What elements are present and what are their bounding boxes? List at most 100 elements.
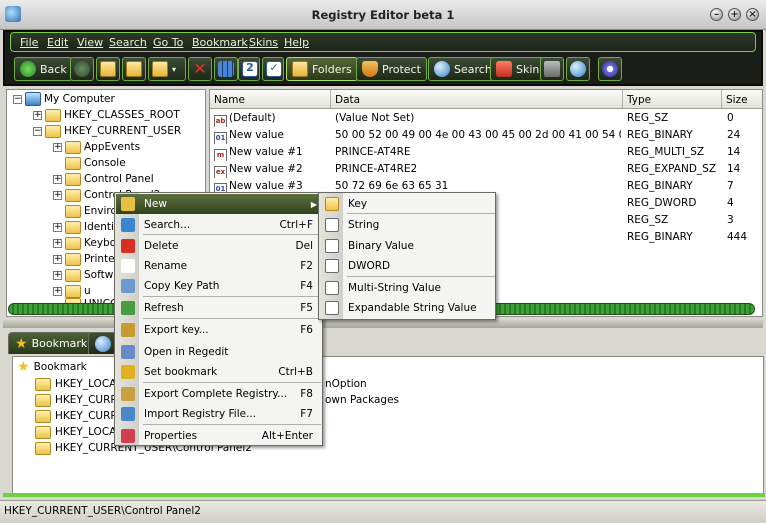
tab-bookmark[interactable]: ★ Bookmark xyxy=(8,332,95,354)
submenu-item-folder[interactable]: Key xyxy=(320,194,496,214)
folder-icon xyxy=(65,284,81,298)
ctx-item-open-in-regedit[interactable]: Open in Regedit xyxy=(116,342,323,362)
bookmark-item[interactable]: HKEY_CURR xyxy=(35,392,118,408)
value-size-cell: 444 xyxy=(727,231,748,243)
delete-button[interactable]: ✕ xyxy=(188,57,212,81)
collapse-icon[interactable]: − xyxy=(13,94,22,104)
find-button[interactable] xyxy=(566,57,590,81)
submenu-item-dword[interactable]: DWORD xyxy=(320,256,496,276)
bookmark-item[interactable]: HKEY_LOCAL xyxy=(35,424,122,440)
ctx-item-delete[interactable]: Delete Del xyxy=(116,236,323,256)
forward-button[interactable] xyxy=(70,57,94,81)
column-header-type[interactable]: Type xyxy=(623,90,722,109)
menu-search[interactable]: Search xyxy=(109,36,147,49)
string-value-icon: ex xyxy=(214,166,227,178)
delete-x-icon: ✕ xyxy=(193,59,207,78)
tree-item[interactable]: + Control Panel xyxy=(53,171,154,187)
ctx-item-refresh[interactable]: Refresh F5 xyxy=(116,298,323,318)
tree-item[interactable]: Console xyxy=(53,155,126,171)
new-button[interactable]: ▾ xyxy=(148,57,186,81)
value-size-cell: 14 xyxy=(727,163,741,175)
bookmark-root[interactable]: ★ Bookmark xyxy=(17,359,87,375)
expand-icon[interactable]: + xyxy=(53,238,62,248)
column-header-size[interactable]: Size xyxy=(722,90,762,109)
rename-icon xyxy=(121,259,135,273)
menu-skins[interactable]: Skins xyxy=(249,36,278,49)
refresh-button[interactable]: 2 xyxy=(238,57,260,81)
folders-button[interactable]: Folders xyxy=(286,57,358,81)
search-button[interactable]: Search xyxy=(428,57,498,81)
ctx-item-search[interactable]: Search... Ctrl+F xyxy=(116,215,323,235)
menu-bar: File Edit View Search Go To Bookmark Ski… xyxy=(10,32,756,52)
back-button[interactable]: Back xyxy=(14,57,73,81)
column-header-data[interactable]: Data xyxy=(331,90,623,109)
menu-bookmark[interactable]: Bookmark xyxy=(192,36,248,49)
protect-button[interactable]: Protect xyxy=(356,57,427,81)
value-name-cell[interactable]: ab (Default) xyxy=(214,110,329,127)
value-name-cell[interactable]: ex New value #2 xyxy=(214,161,329,178)
submenu-item-string[interactable]: String xyxy=(320,215,496,235)
ctx-item-export-key[interactable]: Export key... F6 xyxy=(116,320,323,340)
grid-view-button[interactable] xyxy=(214,57,238,81)
ctx-item-copy-key-path[interactable]: Copy Key Path F4 xyxy=(116,276,323,296)
settings-button[interactable] xyxy=(598,57,622,81)
minimize-button[interactable]: – xyxy=(710,8,723,21)
up-folder-icon xyxy=(100,61,116,77)
tree-item[interactable]: − HKEY_CURRENT_USER xyxy=(33,123,181,139)
up-folder-button[interactable] xyxy=(96,57,120,81)
properties-button[interactable]: ✓ xyxy=(262,57,284,81)
ctx-item-rename[interactable]: Rename F2 xyxy=(116,256,323,276)
folder-icon xyxy=(35,441,51,455)
dword-icon xyxy=(325,259,339,273)
tree-item[interactable]: + Keybo xyxy=(53,235,116,251)
open-folder-button[interactable] xyxy=(122,57,146,81)
expand-icon[interactable]: + xyxy=(53,254,62,264)
menu-view[interactable]: View xyxy=(77,36,103,49)
tree-item[interactable]: Enviro xyxy=(53,203,117,219)
bookmark-item[interactable]: HKEY_CURR xyxy=(35,408,118,424)
ctx-item-set-bookmark[interactable]: Set bookmark Ctrl+B xyxy=(116,362,323,382)
tree-item[interactable]: + HKEY_CLASSES_ROOT xyxy=(33,107,180,123)
submenu-item-multi-string[interactable]: Multi-String Value xyxy=(320,278,496,298)
ctx-item-new[interactable]: New ▶ xyxy=(116,194,323,214)
tree-item[interactable]: + Identi xyxy=(53,219,114,235)
disk-icon xyxy=(544,61,560,77)
expand-icon[interactable]: + xyxy=(53,174,62,184)
tree-item[interactable]: + Printe xyxy=(53,251,115,267)
ctx-item-import-registry-file[interactable]: Import Registry File... F7 xyxy=(116,404,323,424)
folder-icon xyxy=(65,140,81,154)
maximize-button[interactable]: + xyxy=(728,8,741,21)
bookmark-item[interactable]: HKEY_LOCAL xyxy=(35,376,122,392)
menu-goto[interactable]: Go To xyxy=(153,36,183,49)
folder-icon xyxy=(65,252,81,266)
menu-file[interactable]: File xyxy=(20,36,38,49)
tree-item-my-computer[interactable]: − My Computer xyxy=(13,91,115,107)
expand-icon[interactable]: + xyxy=(53,286,62,296)
tree-item[interactable]: + AppEvents xyxy=(53,139,140,155)
expand-icon[interactable]: + xyxy=(33,110,42,120)
folder-icon xyxy=(35,393,51,407)
ctx-item-export-complete-registry[interactable]: Export Complete Registry... F8 xyxy=(116,384,323,404)
tree-item[interactable]: + u xyxy=(53,283,91,299)
value-name-cell[interactable]: 01 New value xyxy=(214,127,329,144)
submenu-item-expand-string[interactable]: Expandable String Value xyxy=(320,298,496,318)
expand-icon[interactable]: + xyxy=(53,142,62,152)
tree-item[interactable]: + Softw xyxy=(53,267,113,283)
submenu-item-binary[interactable]: Binary Value xyxy=(320,236,496,256)
accent-edge xyxy=(3,493,765,497)
ctx-item-properties[interactable]: Properties Alt+Enter xyxy=(116,426,323,446)
expand-icon[interactable]: + xyxy=(53,190,62,200)
collapse-icon[interactable]: − xyxy=(33,126,42,136)
copy-key-path-icon xyxy=(121,279,135,293)
binary-icon xyxy=(325,239,339,253)
expand-icon[interactable]: + xyxy=(53,222,62,232)
column-header-name[interactable]: Name xyxy=(210,90,331,109)
expand-icon[interactable]: + xyxy=(53,270,62,280)
disk-button[interactable] xyxy=(540,57,564,81)
menu-help[interactable]: Help xyxy=(284,36,309,49)
value-size-cell: 14 xyxy=(727,146,741,158)
menu-edit[interactable]: Edit xyxy=(47,36,68,49)
skin-button[interactable]: Skin xyxy=(490,57,546,81)
close-button[interactable]: × xyxy=(746,8,759,21)
value-name-cell[interactable]: m New value #1 xyxy=(214,144,329,161)
